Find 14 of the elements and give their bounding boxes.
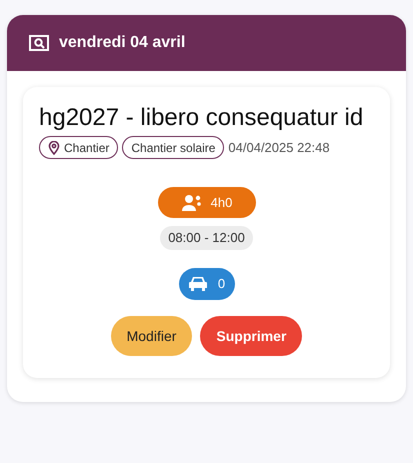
worker-icon bbox=[180, 194, 203, 212]
tag: Chantier bbox=[39, 136, 118, 159]
search-icon bbox=[29, 35, 49, 51]
timestamp: 04/04/2025 22:48 bbox=[228, 138, 330, 157]
duration-badge: 4h0 bbox=[158, 187, 256, 218]
map-pin-icon bbox=[48, 140, 60, 154]
edit-button[interactable]: Modifier bbox=[110, 316, 192, 356]
time-range: 08:00 - 12:00 bbox=[160, 226, 253, 250]
delete-button[interactable]: Supprimer bbox=[200, 316, 302, 356]
tag: Chantier solaire bbox=[122, 136, 224, 159]
vehicle-badge: 0 bbox=[178, 268, 234, 300]
event-title: hg2027 - libero consequatur id bbox=[39, 103, 364, 132]
car-icon bbox=[188, 276, 208, 292]
day-title: vendredi 04 avril bbox=[59, 33, 186, 53]
